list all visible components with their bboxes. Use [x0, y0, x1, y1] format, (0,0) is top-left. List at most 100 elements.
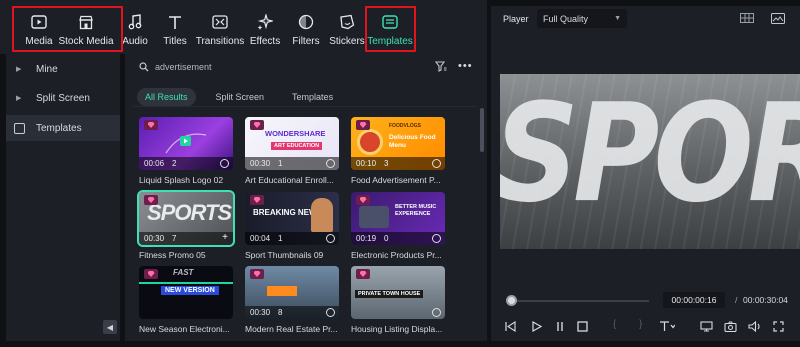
template-clip-count: 0: [384, 234, 389, 243]
toolbar-label: Audio: [122, 36, 148, 47]
step-back-icon[interactable]: [505, 320, 516, 335]
sidebar: ▶ Mine ▶ Split Screen Templates ◀: [6, 54, 120, 341]
chevron-down-icon: ▼: [614, 15, 621, 22]
player-panel: Player Full Quality ▼ SPORTS 00:00:00:16…: [491, 6, 800, 341]
template-thumbnail: BREAKING NEWS! 00:04 1: [245, 192, 339, 245]
sidebar-item-label: Templates: [36, 122, 82, 134]
template-duration: 00:19: [356, 234, 377, 243]
template-title: New Season Electroni...: [139, 324, 230, 334]
template-title: Modern Real Estate Pr...: [245, 324, 338, 334]
search-bar[interactable]: advertisement: [133, 56, 423, 78]
quality-dropdown[interactable]: Full Quality ▼: [537, 9, 627, 28]
toolbar-transitions[interactable]: Transitions: [196, 6, 244, 50]
video-preview[interactable]: SPORTS: [500, 74, 800, 249]
insert-clip-icon[interactable]: [659, 321, 676, 335]
template-duration: 00:10: [356, 159, 377, 168]
sidebar-item-split-screen[interactable]: ▶ Split Screen: [6, 85, 120, 111]
grid-view-icon[interactable]: [740, 13, 754, 23]
media-toolbar: Media Stock Media Audio Titles Transitio…: [0, 0, 487, 54]
template-duration: 00:06: [144, 159, 165, 168]
template-card[interactable]: FOODVLOGS Delicious Food Menu 00:10 3 Foo…: [351, 117, 445, 185]
premium-badge-icon: [356, 120, 370, 130]
timeline-track[interactable]: [509, 300, 649, 302]
template-card[interactable]: FAST NEW VERSION New Season Electroni...: [139, 266, 233, 334]
play-icon[interactable]: [531, 320, 543, 335]
template-thumbnail: 00:30 8: [245, 266, 339, 319]
product-image: [359, 206, 389, 228]
highlight-box-media: [12, 6, 123, 52]
template-card[interactable]: BREAKING NEWS! 00:04 1 Sport Thumbnails 0…: [245, 192, 339, 260]
toolbar-label: Titles: [163, 36, 187, 47]
collapse-sidebar-button[interactable]: ◀: [103, 320, 117, 334]
search-icon: [139, 62, 149, 72]
current-time[interactable]: 00:00:00:16: [663, 292, 725, 308]
toolbar-stickers[interactable]: Stickers: [329, 6, 365, 50]
add-template-icon[interactable]: +: [222, 232, 228, 243]
thumbnail-text: Delicious Food Menu: [389, 134, 436, 149]
toolbar-titles[interactable]: Titles: [162, 6, 188, 50]
toolbar-filters[interactable]: Filters: [292, 6, 320, 50]
template-duration: 00:30: [250, 159, 271, 168]
volume-icon[interactable]: [748, 320, 762, 335]
template-thumbnail: BETTER MUSIC EXPERIENCE 00:19 0: [351, 192, 445, 245]
person-image: [311, 198, 333, 232]
template-card[interactable]: 00:30 8 Modern Real Estate Pr...: [245, 266, 339, 334]
pause-icon[interactable]: [555, 321, 565, 335]
download-icon[interactable]: [432, 234, 441, 243]
more-options-icon[interactable]: •••: [458, 60, 473, 72]
thumbnail-text: SPORTS: [147, 200, 232, 225]
fullscreen-icon[interactable]: [773, 321, 784, 335]
download-icon[interactable]: [326, 159, 335, 168]
camera-icon[interactable]: [724, 321, 737, 335]
search-input[interactable]: advertisement: [155, 62, 212, 72]
preview-title: SPORTS: [500, 74, 800, 233]
thumbnail-text: NEW VERSION: [161, 286, 219, 295]
download-icon[interactable]: [220, 159, 229, 168]
download-icon[interactable]: [326, 308, 335, 317]
filter-sort-icon[interactable]: [435, 61, 447, 72]
stop-icon[interactable]: [577, 321, 588, 335]
highlight-box-templates: [365, 6, 416, 52]
premium-badge-icon: [356, 269, 370, 279]
template-thumbnail: PRIVATE TOWN HOUSE: [351, 266, 445, 319]
content-scrollbar[interactable]: [480, 108, 484, 152]
template-thumbnail: FOODVLOGS Delicious Food Menu 00:10 3: [351, 117, 445, 170]
template-meta: 00:19 0: [351, 232, 445, 245]
template-card[interactable]: 00:06 2 Liquid Splash Logo 02: [139, 117, 233, 185]
banner-shape: [267, 286, 297, 296]
template-clip-count: 7: [172, 234, 177, 243]
chip-split-screen[interactable]: Split Screen: [208, 88, 273, 106]
mark-out-icon[interactable]: }: [639, 319, 642, 330]
template-card[interactable]: PRIVATE TOWN HOUSE Housing Listing Displ…: [351, 266, 445, 334]
monitor-icon[interactable]: [700, 321, 713, 335]
music-note-icon: [125, 12, 145, 32]
template-clip-count: 8: [278, 308, 283, 317]
template-meta: 00:10 3: [351, 157, 445, 170]
download-icon[interactable]: [326, 234, 335, 243]
snapshot-icon[interactable]: [771, 13, 785, 24]
toolbar-audio[interactable]: Audio: [122, 6, 148, 50]
template-clip-count: 3: [384, 159, 389, 168]
sidebar-item-mine[interactable]: ▶ Mine: [6, 56, 120, 82]
premium-badge-icon: [144, 120, 158, 130]
mark-in-icon[interactable]: {: [613, 319, 616, 330]
toolbar-effects[interactable]: Effects: [250, 6, 280, 50]
template-card[interactable]: BETTER MUSIC EXPERIENCE 00:19 0 Electroni…: [351, 192, 445, 260]
download-icon[interactable]: [432, 308, 441, 317]
sparkle-icon: [255, 12, 275, 32]
template-card[interactable]: SPORTS 00:30 7 + Fitness Promo 05: [137, 190, 235, 260]
time-separator: /: [735, 295, 738, 305]
sidebar-item-templates[interactable]: Templates: [6, 115, 120, 141]
chip-templates[interactable]: Templates: [284, 88, 341, 106]
thumbnail-text: FOODVLOGS: [389, 123, 421, 129]
filter-icon: [296, 12, 316, 32]
template-card[interactable]: WONDERSHARE ART EDUCATION 00:30 1 Art Edu…: [245, 117, 339, 185]
chip-all-results[interactable]: All Results: [137, 88, 196, 106]
glitch-line: [139, 282, 233, 284]
playhead-handle[interactable]: [506, 295, 517, 306]
thumbnail-text: FAST: [173, 268, 194, 277]
premium-badge-icon: [250, 120, 264, 130]
premium-badge-icon: [144, 269, 158, 279]
pizza-image: [357, 129, 383, 155]
download-icon[interactable]: [432, 159, 441, 168]
